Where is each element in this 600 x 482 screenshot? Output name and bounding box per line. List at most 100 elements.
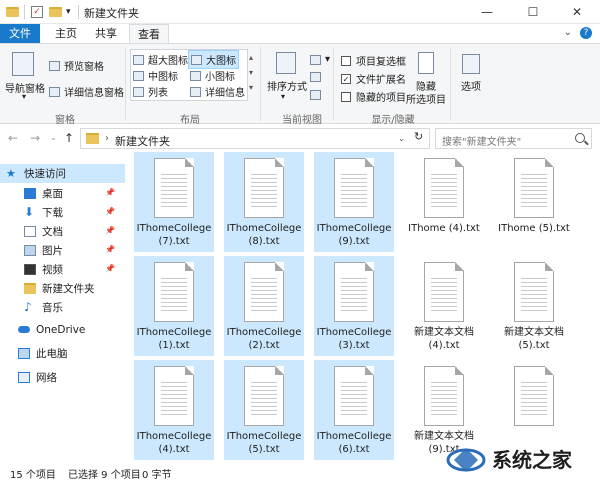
file-item[interactable]: IThomeCollege (8).txt — [224, 152, 304, 252]
file-name: IThome (5).txt — [498, 223, 570, 234]
group-label-current-view: 当前视图 — [282, 115, 322, 126]
address-dropdown-icon[interactable]: ⌄ — [398, 134, 405, 143]
options-icon[interactable] — [462, 54, 480, 74]
refresh-icon[interactable]: ↻ — [414, 130, 423, 143]
sidebar-item-pictures[interactable]: 图片 📌 — [0, 241, 125, 260]
address-row: ← → ⌄ ↑ › 新建文件夹 ⌄ ↻ 搜索"新建文件夹" — [0, 125, 600, 152]
sidebar-item-videos[interactable]: 视频 📌 — [0, 260, 125, 279]
file-name: 新建文本文档 (4).txt — [414, 327, 474, 351]
text-file-icon — [154, 158, 194, 218]
tab-view[interactable]: 查看 — [129, 24, 169, 44]
properties-icon[interactable]: ✓ — [31, 4, 43, 20]
sidebar-item-quick-access[interactable]: ★ 快速访问 — [0, 164, 125, 183]
navigation-pane: ★ 快速访问 桌面 📌 ⬇ 下载 📌 文档 📌 图片 📌 视频 📌 新建文件夹 ♪ 音乐 … — [0, 152, 127, 462]
file-item[interactable]: IThomeCollege (9).txt — [314, 152, 394, 252]
nav-pane-icon[interactable] — [12, 52, 34, 76]
pin-icon[interactable]: 📌 — [105, 264, 115, 273]
add-columns-icon — [310, 72, 321, 82]
checkbox-icon — [341, 91, 351, 102]
help-icon[interactable]: ? — [580, 27, 592, 39]
search-icon[interactable] — [575, 133, 585, 143]
address-bar[interactable]: › 新建文件夹 ⌄ — [80, 128, 430, 149]
maximize-button[interactable]: ☐ — [510, 0, 556, 24]
layout-list[interactable]: 列表 — [133, 84, 168, 99]
sidebar-item-documents[interactable]: 文档 📌 — [0, 222, 125, 241]
group-label-panes: 窗格 — [55, 115, 75, 126]
group-by-button[interactable]: ▾ — [310, 54, 330, 65]
layout-medium-icons[interactable]: 中图标 — [133, 68, 178, 83]
cloud-icon — [18, 326, 30, 333]
file-item[interactable]: IThome (4).txt — [404, 152, 484, 252]
sidebar-item-music[interactable]: ♪ 音乐 — [0, 298, 125, 317]
layout-extra-large-icons[interactable]: 超大图标 — [133, 52, 188, 67]
back-icon[interactable]: ← — [8, 131, 18, 145]
sidebar-item-downloads[interactable]: ⬇ 下载 📌 — [0, 203, 125, 222]
download-icon: ⬇ — [24, 205, 35, 219]
file-item[interactable]: IThome (5).txt — [494, 152, 574, 252]
ribbon-tabs: 文件 主页 共享 查看 ⌄ ? — [0, 24, 600, 44]
chevron-down-icon[interactable]: ▾ — [22, 92, 26, 101]
chevron-down-icon[interactable]: ▾ — [281, 92, 285, 101]
tab-share[interactable]: 共享 — [87, 24, 125, 43]
document-icon — [24, 226, 36, 237]
pin-icon[interactable]: 📌 — [105, 207, 115, 216]
layout-large-icons[interactable]: 大图标 — [188, 50, 239, 69]
sidebar-item-new-folder[interactable]: 新建文件夹 — [0, 279, 125, 298]
minimize-button[interactable]: — — [464, 0, 510, 24]
forward-icon[interactable]: → — [30, 131, 40, 145]
file-item[interactable]: IThomeCollege (1).txt — [134, 256, 214, 356]
address-path[interactable]: 新建文件夹 — [115, 133, 170, 149]
hide-selected-label[interactable]: 所选项目 — [406, 91, 446, 106]
file-name: IThomeCollege (6).txt — [316, 431, 392, 455]
file-item[interactable]: IThomeCollege (6).txt — [314, 360, 394, 460]
close-button[interactable]: ✕ — [554, 0, 600, 24]
hidden-items-toggle[interactable]: 隐藏的项目 — [341, 89, 406, 104]
details-icon — [190, 86, 201, 97]
small-icons-icon — [190, 70, 201, 81]
search-input[interactable]: 搜索"新建文件夹" — [435, 128, 592, 149]
text-file-icon — [424, 366, 464, 426]
sidebar-item-desktop[interactable]: 桌面 📌 — [0, 184, 125, 203]
preview-pane-button[interactable]: 预览窗格 — [49, 58, 104, 73]
pin-icon[interactable]: 📌 — [105, 226, 115, 235]
size-columns-icon — [310, 90, 321, 100]
add-columns-button[interactable] — [310, 72, 325, 82]
size-columns-button[interactable] — [310, 90, 325, 100]
file-extensions-toggle[interactable]: ✓ 文件扩展名 — [341, 71, 406, 86]
selected-size: 0 字节 — [142, 470, 172, 481]
details-pane-button[interactable]: 详细信息窗格 — [49, 84, 124, 99]
pin-icon[interactable]: 📌 — [105, 245, 115, 254]
hide-selected-icon[interactable] — [418, 52, 434, 74]
sort-by-button[interactable]: 排序方式 — [267, 78, 307, 93]
text-file-icon — [514, 262, 554, 322]
file-item[interactable]: IThomeCollege (7).txt — [134, 152, 214, 252]
item-checkboxes-toggle[interactable]: 项目复选框 — [341, 53, 406, 68]
sidebar-item-network[interactable]: 网络 — [0, 368, 125, 387]
file-item[interactable]: IThomeCollege (5).txt — [224, 360, 304, 460]
desktop-icon — [24, 188, 36, 199]
collapse-ribbon-icon[interactable]: ⌄ — [564, 27, 572, 38]
file-item[interactable]: 新建文本文档 (5).txt — [494, 256, 574, 356]
breadcrumb-chevron-icon[interactable]: › — [105, 133, 109, 144]
file-list: IThomeCollege (7).txt IThomeCollege (8).… — [128, 152, 600, 462]
sidebar-item-this-pc[interactable]: 此电脑 — [0, 344, 125, 363]
sidebar-item-onedrive[interactable]: OneDrive — [0, 320, 125, 339]
options-button[interactable]: 选项 — [461, 78, 481, 93]
file-item[interactable]: IThomeCollege (3).txt — [314, 256, 394, 356]
layout-details[interactable]: 详细信息 — [190, 84, 245, 99]
file-item[interactable]: 新建文本文档 (4).txt — [404, 256, 484, 356]
tab-file[interactable]: 文件 — [0, 24, 40, 43]
sort-by-icon[interactable] — [276, 52, 296, 74]
layout-scroll-icon[interactable]: ▴ ▾ ▾ — [249, 50, 253, 95]
layout-small-icons[interactable]: 小图标 — [190, 68, 235, 83]
pin-icon[interactable]: 📌 — [105, 188, 115, 197]
file-item[interactable]: IThomeCollege (2).txt — [224, 256, 304, 356]
network-icon — [18, 372, 30, 383]
up-icon[interactable]: ↑ — [64, 131, 74, 145]
recent-locations-icon[interactable]: ⌄ — [50, 133, 57, 142]
file-item[interactable]: IThomeCollege (4).txt — [134, 360, 214, 460]
new-folder-icon[interactable] — [49, 4, 62, 20]
text-file-icon — [244, 366, 284, 426]
customize-quick-access-icon[interactable]: ▾ — [66, 4, 71, 20]
tab-home[interactable]: 主页 — [47, 24, 85, 43]
